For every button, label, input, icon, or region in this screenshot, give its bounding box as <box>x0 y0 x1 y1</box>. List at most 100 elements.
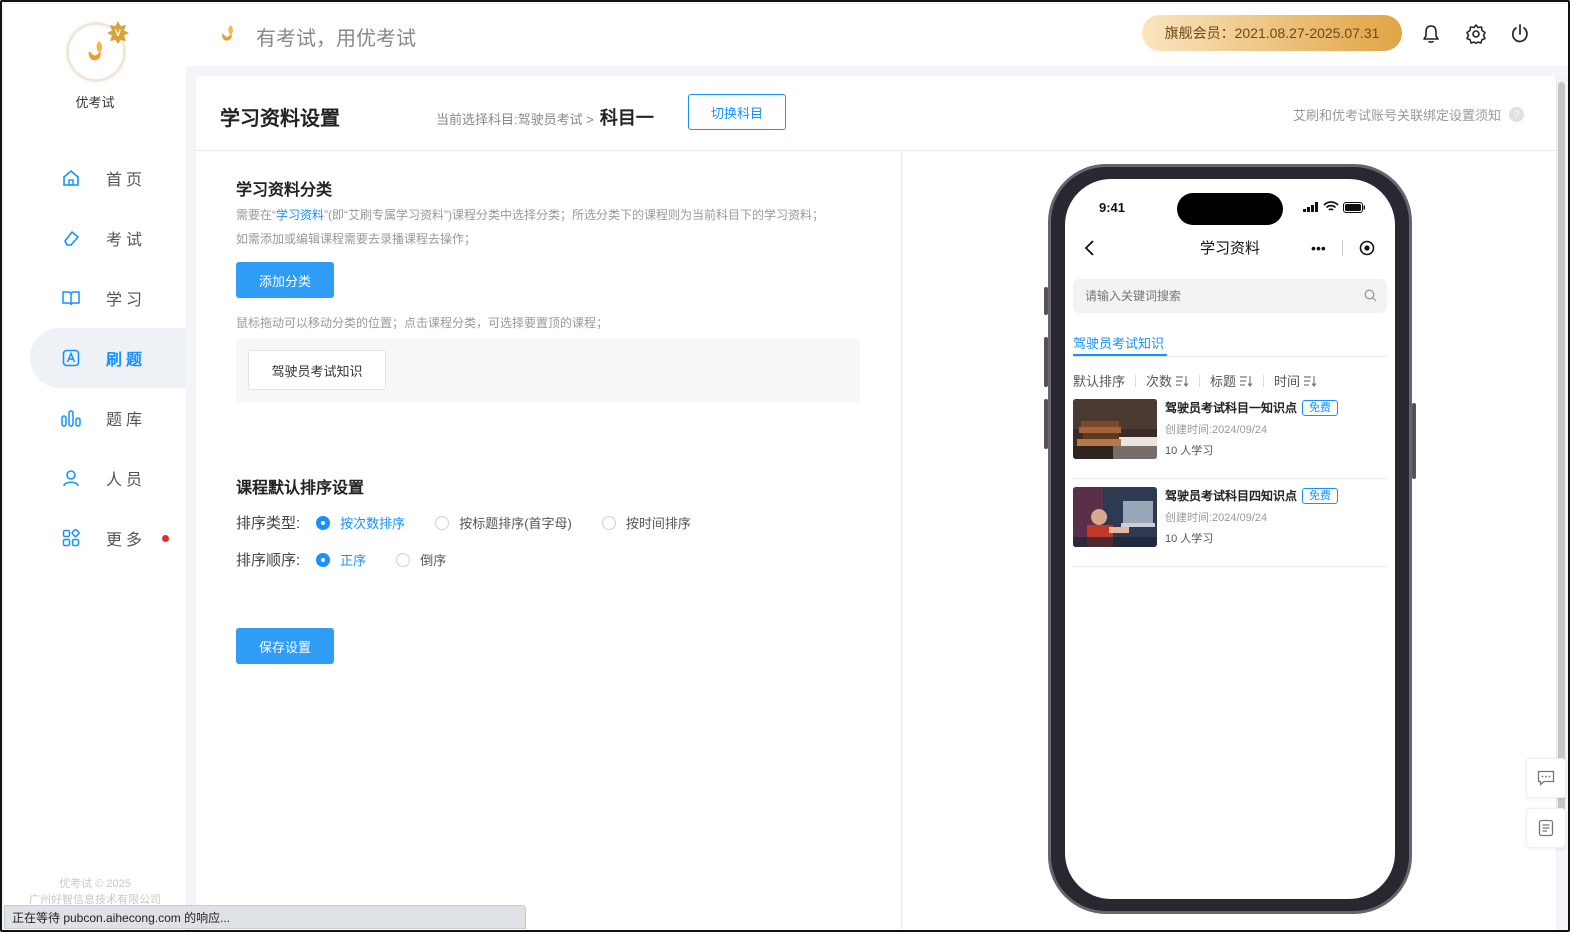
vip-membership-badge[interactable]: 旗舰会员：2021.08.27-2025.07.31 <box>1142 15 1402 51</box>
sort-title[interactable]: 标题 <box>1210 371 1253 390</box>
chat-float-button[interactable] <box>1526 758 1566 798</box>
sidebar-item-more[interactable]: 更多 <box>4 508 186 568</box>
mini-program-capsule[interactable]: ••• <box>1303 233 1383 263</box>
eraser-icon <box>60 227 82 249</box>
user-icon <box>60 467 82 489</box>
phone-side-button <box>1412 403 1416 479</box>
sort-label[interactable]: 次数 <box>1146 371 1172 390</box>
sidebar-item-exam[interactable]: 考试 <box>4 208 186 268</box>
hint-text: ”(即“艾刷专属学习资料”)课程分类中选择分类；所选分类下的课程则为当前科目下的… <box>324 208 824 222</box>
account-binding-note[interactable]: 艾刷和优考试账号关联绑定设置须知 ? <box>1293 105 1524 124</box>
power-icon[interactable] <box>1509 23 1531 45</box>
sort-time[interactable]: 时间 <box>1274 371 1317 390</box>
header-divider <box>196 150 1556 151</box>
phone-side-button <box>1044 399 1048 449</box>
sort-by-title-radio[interactable]: 按标题排序(首字母) <box>435 513 572 532</box>
sidebar-item-label: 学习 <box>106 292 147 309</box>
account-binding-link[interactable]: 艾刷和优考试账号关联绑定设置须知 <box>1293 105 1501 124</box>
bell-icon[interactable] <box>1420 23 1442 45</box>
sidebar-item-study[interactable]: 学习 <box>4 268 186 328</box>
course-student-count: 10 人学习 <box>1165 445 1214 457</box>
sort-type-row: 排序类型: 按次数排序 按标题排序(首字母) 按时间排序 <box>236 512 721 533</box>
sidebar-item-question-bank[interactable]: 题库 <box>4 388 186 448</box>
capsule-divider <box>1341 240 1343 256</box>
radio-circle[interactable] <box>316 515 331 530</box>
radio-circle[interactable] <box>435 515 450 530</box>
radio-label[interactable]: 按时间排序 <box>626 513 691 532</box>
breadcrumb-prefix: 当前选择科目:驾驶员考试 > <box>436 112 594 127</box>
category-item[interactable]: 驾驶员考试知识 <box>248 350 386 390</box>
course-thumbnail <box>1073 487 1157 547</box>
add-category-button[interactable]: 添加分类 <box>236 262 334 298</box>
sort-type-label: 排序类型: <box>236 515 301 532</box>
sort-by-count-radio[interactable]: 按次数排序 <box>316 513 405 532</box>
radio-circle[interactable] <box>396 552 411 567</box>
order-asc-radio[interactable]: 正序 <box>316 550 366 569</box>
course-title: 驾驶员考试科目一知识点 免费 <box>1165 399 1339 416</box>
sort-count[interactable]: 次数 <box>1146 371 1189 390</box>
copyright-text: 优考试 © 2025 <box>59 878 131 890</box>
sort-divider <box>1199 374 1201 387</box>
radio-label[interactable]: 倒序 <box>420 550 446 569</box>
header-logo-icon <box>222 25 233 41</box>
sort-order-icon <box>1304 375 1317 387</box>
study-material-link[interactable]: 学习资料 <box>276 208 324 222</box>
category-hint-1: 需要在“学习资料”(即“艾刷专属学习资料”)课程分类中选择分类；所选分类下的课程… <box>236 206 824 223</box>
radio-circle[interactable] <box>316 552 331 567</box>
wifi-icon <box>1323 201 1339 211</box>
radio-label[interactable]: 正序 <box>340 550 366 569</box>
save-settings-button[interactable]: 保存设置 <box>236 628 334 664</box>
sort-default[interactable]: 默认排序 <box>1073 371 1125 390</box>
close-target-icon[interactable] <box>1359 240 1375 256</box>
phone-clock: 9:41 <box>1099 200 1126 215</box>
app-window: V 优考试 首页 考试 学习 刷题 题库 人员 更多 优考试 © 2025 广州… <box>0 0 1570 932</box>
sort-label[interactable]: 默认排序 <box>1073 371 1125 390</box>
breadcrumb-current: 科目一 <box>599 108 654 128</box>
phone-sort-bar: 默认排序 次数 标题 时间 <box>1073 371 1317 390</box>
sidebar-item-practice[interactable]: 刷题 <box>30 328 186 388</box>
free-badge: 免费 <box>1302 487 1339 504</box>
switch-subject-button[interactable]: 切换科目 <box>688 94 786 130</box>
phone-search-input[interactable] <box>1073 279 1387 313</box>
course-student-count: 10 人学习 <box>1165 533 1214 545</box>
sidebar-footer: 优考试 © 2025 广州好智信息技术有限公司 <box>4 876 186 908</box>
notification-dot <box>162 535 169 542</box>
radio-label[interactable]: 按标题排序(首字母) <box>459 513 572 532</box>
course-card[interactable]: 驾驶员考试科目四知识点 免费 创建时间:2024/09/24 10 人学习 <box>1073 481 1387 567</box>
search-icon[interactable] <box>1364 289 1377 302</box>
page-scrollbar-thumb[interactable] <box>1558 82 1565 842</box>
sidebar-item-people[interactable]: 人员 <box>4 448 186 508</box>
radio-circle[interactable] <box>601 515 616 530</box>
brand-name: 优考试 <box>75 95 115 110</box>
phone-category-tab[interactable]: 驾驶员考试知识 <box>1073 333 1164 352</box>
help-icon[interactable]: ? <box>1509 107 1524 122</box>
course-created-time: 创建时间:2024/09/24 <box>1165 512 1268 524</box>
phone-side-button <box>1044 337 1048 387</box>
tab-divider <box>1073 356 1387 357</box>
gear-icon[interactable] <box>1465 23 1487 45</box>
sort-order-icon <box>1176 375 1189 387</box>
note-float-button[interactable] <box>1526 808 1566 848</box>
letter-a-icon <box>60 347 82 369</box>
order-desc-radio[interactable]: 倒序 <box>396 550 446 569</box>
sort-by-time-radio[interactable]: 按时间排序 <box>601 513 691 532</box>
sort-order-row: 排序顺序: 正序 倒序 <box>236 549 476 570</box>
sidebar-item-label: 考试 <box>106 232 147 249</box>
more-dots-icon[interactable]: ••• <box>1311 240 1326 256</box>
course-title-text: 驾驶员考试科目四知识点 <box>1165 489 1298 503</box>
document-icon <box>1538 819 1554 837</box>
phone-screen: 9:41 学习资料 ••• 驾驶员考试知识 <box>1065 179 1395 899</box>
course-created-time: 创建时间:2024/09/24 <box>1165 424 1268 436</box>
sidebar-item-label: 刷题 <box>106 352 147 369</box>
sidebar-item-label: 首页 <box>106 172 147 189</box>
course-card[interactable]: 驾驶员考试科目一知识点 免费 创建时间:2024/09/24 10 人学习 <box>1073 393 1387 479</box>
category-list: 驾驶员考试知识 <box>236 338 860 402</box>
sort-label[interactable]: 时间 <box>1274 371 1300 390</box>
sort-label[interactable]: 标题 <box>1210 371 1236 390</box>
radio-label[interactable]: 按次数排序 <box>340 513 405 532</box>
sidebar-item-home[interactable]: 首页 <box>4 148 186 208</box>
sort-section-title: 课程默认排序设置 <box>236 480 365 497</box>
sidebar: V 优考试 首页 考试 学习 刷题 题库 人员 更多 优考试 © 2025 广州… <box>4 4 186 930</box>
sidebar-item-label: 人员 <box>106 472 147 489</box>
book-icon <box>60 287 82 309</box>
